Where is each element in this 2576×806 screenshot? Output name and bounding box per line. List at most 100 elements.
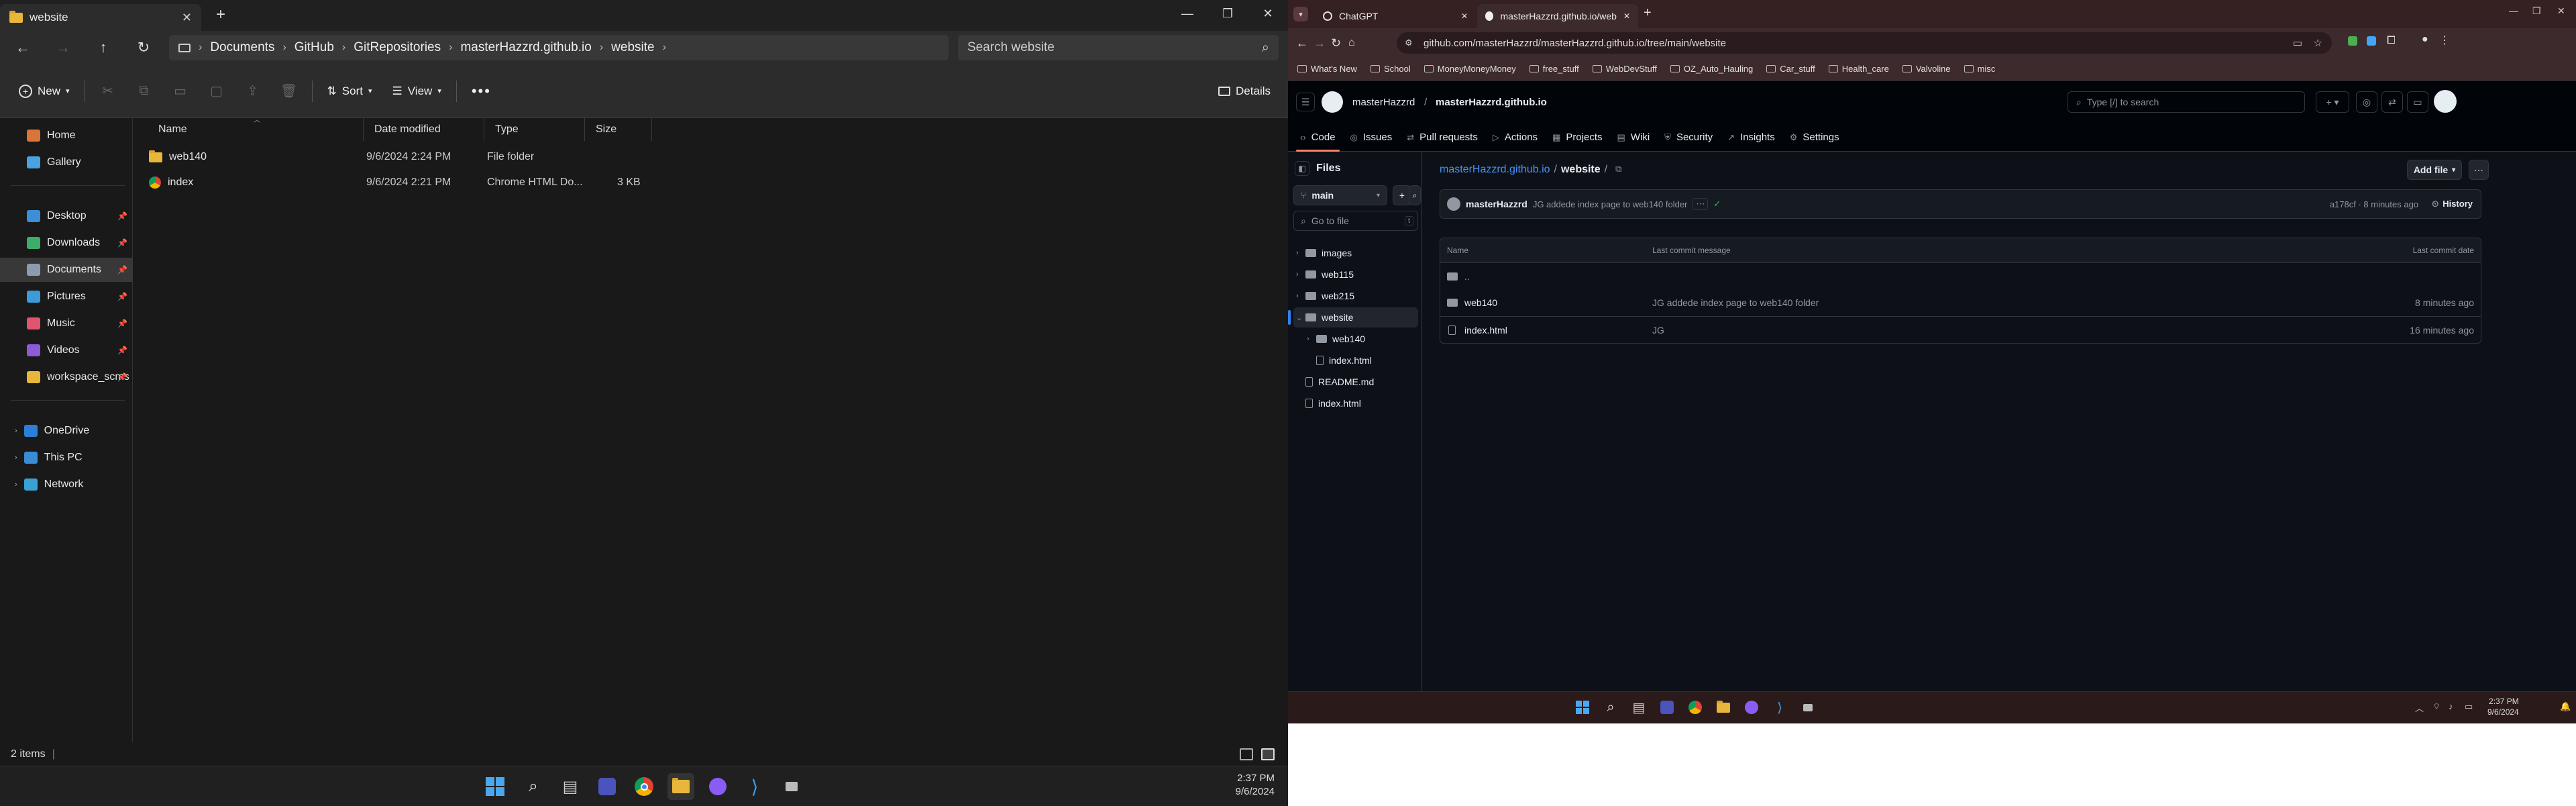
close-tab-icon[interactable]: ✕: [1461, 11, 1468, 21]
site-info-icon[interactable]: ⚙: [1405, 38, 1413, 48]
volume-icon[interactable]: ♪: [2449, 701, 2453, 711]
pull-requests-icon[interactable]: ⇄: [2381, 91, 2403, 113]
entry-commit-message[interactable]: JG: [1652, 325, 1664, 336]
sidebar-item-pictures[interactable]: Pictures 📌: [0, 285, 133, 309]
list-item[interactable]: index 9/6/2024 2:21 PM Chrome HTML Do... 3 …: [148, 170, 657, 195]
commit-author[interactable]: masterHazzrd: [1466, 199, 1527, 209]
bookmark-valvoline[interactable]: Valvoline: [1902, 64, 1951, 74]
reload-icon[interactable]: ↻: [1331, 36, 1348, 50]
tree-item[interactable]: index.html: [1293, 393, 1418, 413]
tree-item[interactable]: README.md: [1293, 372, 1418, 392]
entry-name-link[interactable]: web140: [1464, 297, 1497, 308]
sidebar-item-network[interactable]: › Network: [0, 472, 133, 497]
github-search-input[interactable]: ⌕ Type [/] to search: [2068, 91, 2305, 113]
app-icon[interactable]: [778, 773, 805, 800]
history-link[interactable]: ⏲ History: [2432, 199, 2473, 209]
collapse-sidebar-icon[interactable]: ◧: [1295, 161, 1309, 176]
details-button[interactable]: Details: [1213, 78, 1276, 105]
forward-icon[interactable]: →: [48, 34, 78, 61]
tiles-view-icon[interactable]: [1261, 748, 1275, 760]
sidebar-item-home[interactable]: Home: [0, 123, 133, 148]
omnibox[interactable]: ⚙ github.com/masterHazzrd/masterHazzrd.g…: [1397, 32, 2332, 54]
bookmark-moneymoneymoney[interactable]: MoneyMoneyMoney: [1424, 64, 1516, 74]
paste-icon[interactable]: ▭: [167, 78, 194, 105]
tray-overflow-icon[interactable]: ︿: [2415, 701, 2424, 714]
extension-icon[interactable]: [2367, 36, 2376, 46]
breadcrumb-repo[interactable]: masterHazzrd.github.io: [452, 40, 599, 55]
breadcrumb-github[interactable]: GitHub: [286, 40, 342, 55]
more-options-icon[interactable]: ⋯: [2469, 160, 2489, 180]
chrome-menu-icon[interactable]: ⋮: [2439, 34, 2450, 47]
breadcrumb-website[interactable]: website: [603, 40, 662, 55]
breadcrumb-gitrepositories[interactable]: GitRepositories: [345, 40, 449, 55]
back-icon[interactable]: ←: [1296, 36, 1313, 50]
search-files-icon[interactable]: ⌕: [1409, 185, 1421, 205]
vscode-icon[interactable]: ⟩: [741, 773, 768, 800]
search-icon[interactable]: ⌕: [520, 773, 547, 800]
minimize-icon[interactable]: —: [1167, 0, 1208, 27]
vscode-icon[interactable]: ⟩: [1770, 697, 1790, 717]
back-icon[interactable]: ←: [8, 34, 38, 61]
minimize-icon[interactable]: —: [2509, 5, 2518, 16]
battery-icon[interactable]: ▭: [2465, 701, 2473, 712]
rename-icon[interactable]: ▢: [203, 78, 230, 105]
column-date-modified[interactable]: Date modified: [364, 118, 484, 141]
tab-projects[interactable]: ▦ Projects: [1552, 123, 1602, 152]
up-icon[interactable]: ↑: [89, 34, 118, 61]
avatar[interactable]: [2434, 90, 2457, 113]
tab-actions[interactable]: ▷ Actions: [1493, 123, 1538, 152]
bookmark-webdevstuff[interactable]: WebDevStuff: [1592, 64, 1657, 74]
more-options-icon[interactable]: •••: [466, 78, 496, 105]
refresh-icon[interactable]: ↻: [129, 34, 158, 61]
bookmark-misc[interactable]: misc: [1964, 64, 1995, 74]
details-view-icon[interactable]: [1240, 748, 1253, 760]
task-view-icon[interactable]: ▤: [1629, 697, 1649, 717]
tab-search-icon[interactable]: ▾: [1293, 7, 1308, 21]
windows-start-icon[interactable]: [1572, 697, 1593, 717]
tab-security[interactable]: ⛨ Security: [1664, 123, 1713, 152]
create-new-icon[interactable]: + ▾: [2316, 91, 2349, 113]
chevron-right-icon[interactable]: ›: [1296, 270, 1305, 279]
copy-icon[interactable]: ⧉: [131, 78, 158, 105]
bookmark-school[interactable]: School: [1370, 64, 1411, 74]
search-icon[interactable]: ⌕: [1601, 697, 1621, 717]
tree-item[interactable]: › web115: [1293, 264, 1418, 285]
github-desktop-icon[interactable]: [1741, 697, 1762, 717]
close-tab-icon[interactable]: ✕: [182, 11, 192, 25]
column-type[interactable]: Type: [484, 118, 585, 141]
delete-icon[interactable]: 🗑: [276, 78, 303, 105]
tab-code[interactable]: ‹› Code: [1296, 123, 1340, 152]
tab-wiki[interactable]: ▤ Wiki: [1617, 123, 1650, 152]
close-window-icon[interactable]: ✕: [2557, 5, 2565, 17]
cut-icon[interactable]: ✂: [95, 78, 121, 105]
notifications-icon[interactable]: 🔔: [2560, 701, 2571, 712]
bookmark-what-s-new[interactable]: What's New: [1297, 64, 1357, 74]
new-button[interactable]: + New ▾: [13, 78, 75, 105]
chrome-icon[interactable]: [1685, 697, 1705, 717]
search-input[interactable]: Search website ⌕: [958, 35, 1279, 60]
bookmark-free-stuff[interactable]: free_stuff: [1529, 64, 1579, 74]
tab-settings[interactable]: ⚙ Settings: [1790, 123, 1839, 152]
sort-button[interactable]: ⇅ Sort ▾: [322, 78, 378, 105]
tab-github[interactable]: masterHazzrd.github.io/websi... ✕: [1477, 4, 1638, 28]
tree-item[interactable]: ⌄ website: [1288, 307, 1418, 328]
add-file-button[interactable]: Add file ▾: [2407, 160, 2462, 180]
sidebar-item-music[interactable]: Music 📌: [0, 311, 133, 336]
close-tab-icon[interactable]: ✕: [1623, 11, 1630, 21]
commit-message[interactable]: JG addede index page to web140 folder: [1533, 199, 1688, 209]
tab-issues[interactable]: ◎ Issues: [1350, 123, 1393, 152]
breadcrumb-repo-link[interactable]: masterHazzrd.github.io: [1440, 164, 1550, 176]
branch-selector[interactable]: ⑂ main ▾: [1293, 185, 1387, 205]
file-explorer-icon[interactable]: [1713, 697, 1733, 717]
tree-item[interactable]: › web215: [1293, 286, 1418, 306]
address-bar[interactable]: › Documents › GitHub › GitRepositories ›…: [169, 35, 949, 60]
view-button[interactable]: ☰ View ▾: [387, 78, 447, 105]
issues-icon[interactable]: ◎: [2356, 91, 2377, 113]
go-to-file-input[interactable]: ⌕ Go to file t: [1293, 211, 1418, 231]
entry-name-link[interactable]: index.html: [1464, 325, 1507, 336]
teams-icon[interactable]: [1657, 697, 1677, 717]
share-icon[interactable]: ⇪: [239, 78, 266, 105]
github-logo-icon[interactable]: [1322, 91, 1343, 113]
sidebar-item-downloads[interactable]: Downloads 📌: [0, 231, 133, 255]
sidebar-item-workspace-scms[interactable]: workspace_scms 📌: [0, 365, 133, 389]
